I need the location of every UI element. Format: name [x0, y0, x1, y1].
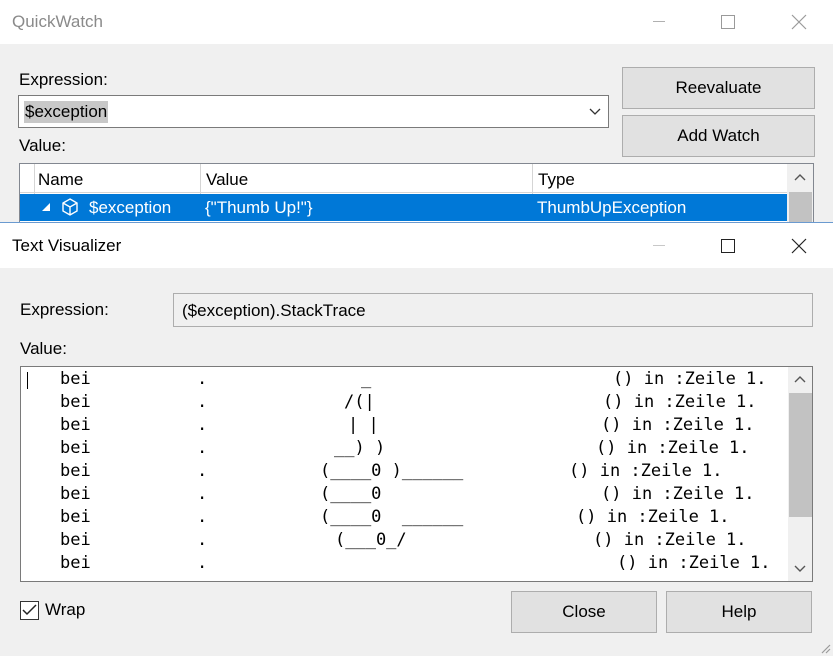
scrollbar-thumb[interactable]: [789, 393, 812, 517]
stack-line-location: () in :Zeile 1.: [613, 369, 767, 389]
stack-line-art: (____0: [320, 484, 382, 504]
stack-line-keyword: bei: [60, 392, 91, 412]
stack-line-dot: .: [197, 392, 208, 412]
reevaluate-button[interactable]: Reevaluate: [622, 67, 815, 109]
column-header-name[interactable]: Name: [38, 170, 83, 190]
value-scrollbar[interactable]: [788, 367, 812, 581]
collapse-triangle-icon[interactable]: [42, 203, 51, 212]
stack-line-dot: .: [197, 369, 208, 389]
value-label: Value:: [20, 339, 67, 358]
expression-label: Expression:: [19, 70, 108, 89]
grid-scrollbar[interactable]: [787, 164, 813, 222]
close-icon: [791, 14, 807, 30]
maximize-button[interactable]: [705, 230, 751, 262]
close-window-button[interactable]: [776, 230, 822, 262]
stack-line-dot: .: [197, 415, 208, 435]
watch-grid: Name Value Type $exception {"Thumb Up!"}…: [19, 163, 814, 222]
column-header-value[interactable]: Value: [206, 170, 248, 190]
text-visualizer-title: Text Visualizer: [12, 236, 122, 255]
stack-line-art: /(|: [344, 392, 375, 412]
grid-row-selected[interactable]: $exception {"Thumb Up!"} ThumbUpExceptio…: [20, 194, 787, 221]
stack-line-dot: .: [197, 461, 208, 481]
stack-line-location: () in :Zeile 1.: [576, 507, 730, 527]
stack-trace-line: bei. (____0 () in :Zeile 1.: [21, 483, 791, 506]
scroll-up-icon[interactable]: [794, 375, 806, 383]
stack-line-keyword: bei: [60, 415, 91, 435]
stack-line-art: _: [361, 369, 372, 389]
stack-trace-line: bei. (____0 )______ () in :Zeile 1.: [21, 460, 791, 483]
grid-header: Name Value Type: [20, 164, 787, 193]
maximize-icon: [721, 15, 735, 29]
expression-label: Expression:: [20, 300, 109, 319]
stack-line-keyword: bei: [60, 553, 91, 573]
help-button[interactable]: Help: [666, 591, 812, 633]
stack-line-location: () in :Zeile 1.: [596, 438, 750, 458]
object-icon: [62, 198, 78, 216]
minimize-button[interactable]: [636, 6, 682, 38]
stack-line-location: () in :Zeile 1.: [601, 484, 755, 504]
wrap-checkbox[interactable]: Wrap: [20, 600, 85, 620]
stack-line-art: | |: [348, 415, 379, 435]
close-button[interactable]: Close: [511, 591, 657, 633]
minimize-icon: [653, 21, 665, 22]
stack-line-keyword: bei: [60, 484, 91, 504]
stack-line-location: () in :Zeile 1.: [601, 415, 755, 435]
stack-line-art: (____0 ______: [320, 507, 464, 527]
stack-line-art: __) ): [334, 438, 386, 458]
stack-line-location: () in :Zeile 1.: [569, 461, 723, 481]
stack-line-art: (___0_/: [335, 530, 407, 550]
text-visualizer-titlebar[interactable]: Text Visualizer: [0, 223, 833, 268]
checkmark-icon: [22, 604, 37, 616]
stack-line-location: () in :Zeile 1.: [617, 553, 771, 573]
stack-line-keyword: bei: [60, 507, 91, 527]
text-visualizer-window: Text Visualizer Expression: ($exception)…: [0, 222, 833, 656]
close-icon: [791, 238, 807, 254]
stack-trace-line: bei. _ () in :Zeile 1.: [21, 368, 791, 391]
stack-trace-line: bei. () in :Zeile 1.: [21, 552, 791, 575]
expression-input[interactable]: $exception: [24, 101, 109, 123]
close-window-button[interactable]: [776, 6, 822, 38]
stack-line-location: () in :Zeile 1.: [593, 530, 747, 550]
stack-line-dot: .: [197, 507, 208, 527]
quickwatch-window: QuickWatch Expression: $exception Reeval…: [0, 0, 833, 222]
stack-line-location: () in :Zeile 1.: [603, 392, 757, 412]
scrollbar-thumb[interactable]: [789, 192, 812, 222]
stack-line-dot: .: [197, 553, 208, 573]
value-label: Value:: [19, 136, 66, 155]
expression-value: ($exception).StackTrace: [182, 301, 366, 320]
row-name: $exception: [89, 198, 172, 217]
stack-trace-line: bei. __) ) () in :Zeile 1.: [21, 437, 791, 460]
stack-line-dot: .: [197, 438, 208, 458]
stack-line-dot: .: [197, 530, 208, 550]
scroll-up-icon[interactable]: [794, 173, 806, 181]
quickwatch-title: QuickWatch: [12, 12, 104, 31]
wrap-label: Wrap: [45, 600, 86, 619]
stack-trace-line: bei. | | () in :Zeile 1.: [21, 414, 791, 437]
stack-line-keyword: bei: [60, 530, 91, 550]
chevron-down-icon[interactable]: [588, 105, 602, 119]
stack-trace-line: bei. (___0_/ () in :Zeile 1.: [21, 529, 791, 552]
stack-line-keyword: bei: [60, 438, 91, 458]
expression-field[interactable]: ($exception).StackTrace: [173, 293, 813, 327]
expression-combobox[interactable]: $exception: [18, 95, 609, 128]
column-header-type[interactable]: Type: [538, 170, 575, 190]
stack-trace-line: bei. (____0 ______ () in :Zeile 1.: [21, 506, 791, 529]
checkbox-box[interactable]: [20, 600, 39, 620]
resize-grip-icon[interactable]: [819, 642, 831, 654]
row-type: ThumbUpException: [537, 198, 687, 217]
value-textarea[interactable]: bei. _ () in :Zeile 1. bei. /(| () in :Zeile …: [20, 366, 813, 582]
stack-line-dot: .: [197, 484, 208, 504]
minimize-icon: [653, 245, 665, 246]
maximize-icon: [721, 239, 735, 253]
quickwatch-titlebar[interactable]: QuickWatch: [0, 0, 833, 44]
scroll-down-icon[interactable]: [794, 565, 806, 573]
stack-line-keyword: bei: [60, 369, 91, 389]
stack-line-keyword: bei: [60, 461, 91, 481]
add-watch-button[interactable]: Add Watch: [622, 115, 815, 157]
stack-line-art: (____0 )______: [320, 461, 464, 481]
minimize-button[interactable]: [636, 230, 682, 262]
maximize-button[interactable]: [705, 6, 751, 38]
stack-trace-line: bei. /(| () in :Zeile 1.: [21, 391, 791, 414]
row-value: {"Thumb Up!"}: [205, 198, 313, 217]
